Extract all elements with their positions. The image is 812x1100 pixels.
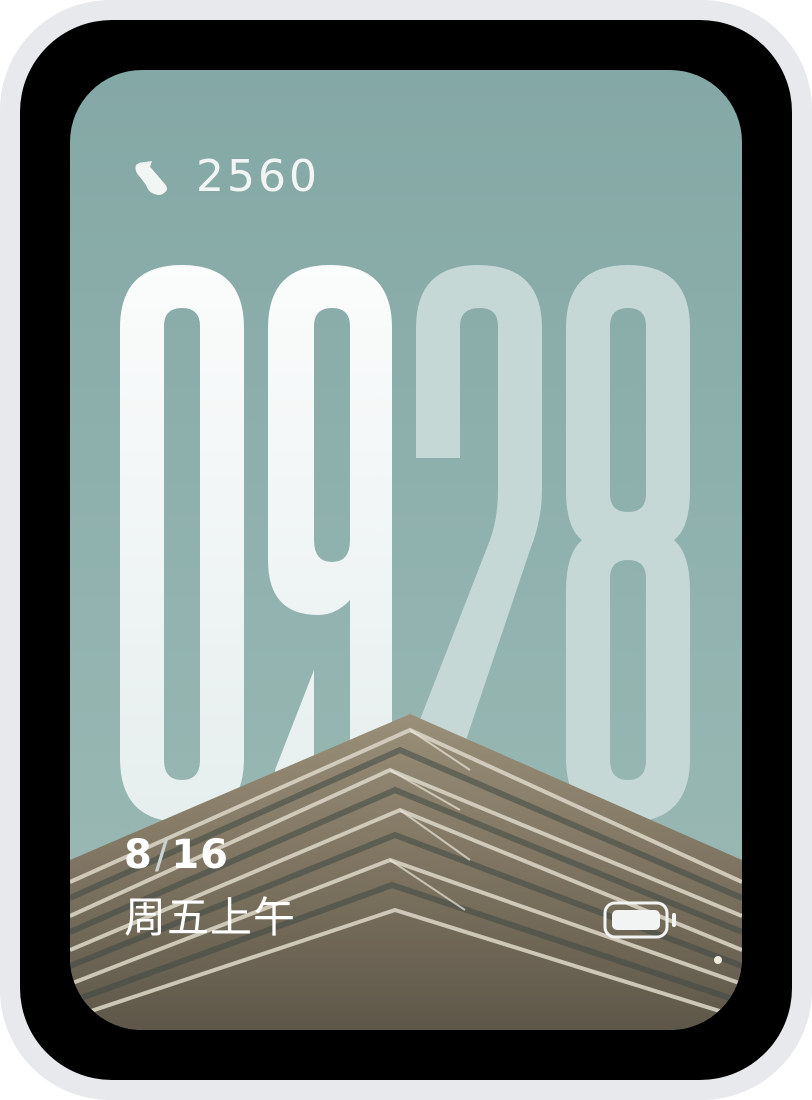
shoe-icon: [135, 161, 167, 195]
watch-face-screen[interactable]: 2560 8/16 周五上午: [70, 70, 742, 1030]
building-photo: [70, 714, 742, 1030]
battery-icon: [603, 901, 676, 939]
date-separator: /: [154, 832, 170, 878]
date-month: 8: [124, 832, 153, 878]
date-display: 8/16: [124, 830, 229, 880]
weekday-period: 周五上午: [124, 893, 297, 942]
step-counter[interactable]: 2560: [130, 152, 320, 202]
step-count: 2560: [196, 151, 320, 202]
date-day: 16: [171, 832, 229, 878]
